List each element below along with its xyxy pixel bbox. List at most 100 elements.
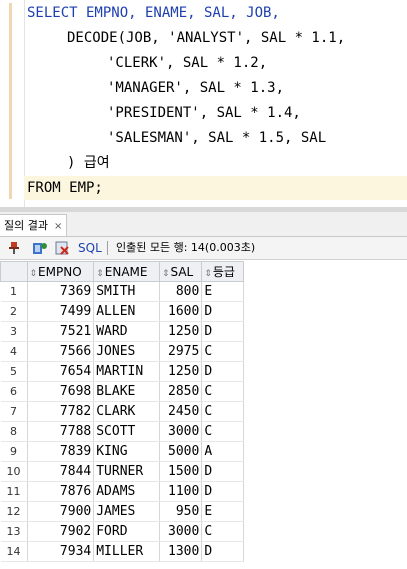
cell-ename[interactable]: CLARK bbox=[93, 401, 160, 422]
cell-ename[interactable]: BLAKE bbox=[93, 381, 160, 402]
cell-grade[interactable]: E bbox=[201, 501, 244, 522]
cell-grade[interactable]: D bbox=[201, 461, 244, 482]
results-grid: ⇕EMPNO ⇕ENAME ⇕SAL ⇕등급 1 7369 SMITH 800 E 2 74… bbox=[0, 261, 244, 562]
column-header-grade[interactable]: ⇕등급 bbox=[201, 261, 244, 282]
table-row[interactable]: 12 7900 JAMES 950 E bbox=[0, 501, 244, 522]
row-number[interactable]: 2 bbox=[0, 301, 28, 322]
row-number[interactable]: 4 bbox=[0, 341, 28, 362]
column-header-label: SAL bbox=[170, 264, 194, 279]
cell-sal[interactable]: 800 bbox=[159, 281, 203, 302]
cell-ename[interactable]: SCOTT bbox=[93, 421, 160, 442]
row-number[interactable]: 1 bbox=[0, 281, 28, 302]
cell-grade[interactable]: C bbox=[201, 521, 244, 542]
cell-sal[interactable]: 1250 bbox=[159, 321, 203, 342]
cell-grade[interactable]: C bbox=[201, 381, 244, 402]
cell-sal[interactable]: 950 bbox=[159, 501, 203, 522]
export-icon[interactable] bbox=[54, 240, 70, 256]
cell-ename[interactable]: WARD bbox=[93, 321, 160, 342]
cell-sal[interactable]: 3000 bbox=[159, 421, 203, 442]
close-icon[interactable]: × bbox=[54, 221, 62, 232]
table-row[interactable]: 2 7499 ALLEN 1600 D bbox=[0, 301, 244, 322]
cell-sal[interactable]: 2450 bbox=[159, 401, 203, 422]
cell-empno[interactable]: 7654 bbox=[27, 361, 95, 382]
table-row[interactable]: 11 7876 ADAMS 1100 D bbox=[0, 481, 244, 502]
cell-empno[interactable]: 7902 bbox=[27, 521, 95, 542]
cell-empno[interactable]: 7934 bbox=[27, 541, 95, 562]
cell-ename[interactable]: ADAMS bbox=[93, 481, 160, 502]
row-number[interactable]: 9 bbox=[0, 441, 28, 462]
cell-ename[interactable]: MARTIN bbox=[93, 361, 160, 382]
cell-sal[interactable]: 1100 bbox=[159, 481, 203, 502]
cell-sal[interactable]: 1250 bbox=[159, 361, 203, 382]
row-number[interactable]: 12 bbox=[0, 501, 28, 522]
table-row[interactable]: 13 7902 FORD 3000 C bbox=[0, 521, 244, 542]
cell-ename[interactable]: KING bbox=[93, 441, 160, 462]
cell-grade[interactable]: C bbox=[201, 401, 244, 422]
tab-query-result[interactable]: 질의 결과 × bbox=[0, 214, 68, 236]
column-header-label: EMPNO bbox=[38, 264, 82, 279]
row-number[interactable]: 6 bbox=[0, 381, 28, 402]
table-row[interactable]: 14 7934 MILLER 1300 D bbox=[0, 541, 244, 562]
cell-grade[interactable]: D bbox=[201, 361, 244, 382]
row-number[interactable]: 13 bbox=[0, 521, 28, 542]
cell-sal[interactable]: 5000 bbox=[159, 441, 203, 462]
row-number[interactable]: 14 bbox=[0, 541, 28, 562]
cell-empno[interactable]: 7839 bbox=[27, 441, 95, 462]
row-number[interactable]: 7 bbox=[0, 401, 28, 422]
cell-empno[interactable]: 7566 bbox=[27, 341, 95, 362]
cell-ename[interactable]: TURNER bbox=[93, 461, 160, 482]
table-row[interactable]: 5 7654 MARTIN 1250 D bbox=[0, 361, 244, 382]
table-row[interactable]: 1 7369 SMITH 800 E bbox=[0, 281, 244, 302]
code-line-8: FROM EMP; bbox=[27, 176, 103, 200]
cell-sal[interactable]: 1500 bbox=[159, 461, 203, 482]
cell-sal[interactable]: 1300 bbox=[159, 541, 203, 562]
table-row[interactable]: 9 7839 KING 5000 A bbox=[0, 441, 244, 462]
cell-sal[interactable]: 3000 bbox=[159, 521, 203, 542]
sql-button[interactable]: SQL bbox=[78, 237, 102, 259]
cell-empno[interactable]: 7521 bbox=[27, 321, 95, 342]
cell-grade[interactable]: D bbox=[201, 301, 244, 322]
cell-ename[interactable]: MILLER bbox=[93, 541, 160, 562]
cell-empno[interactable]: 7499 bbox=[27, 301, 95, 322]
column-header-empno[interactable]: ⇕EMPNO bbox=[26, 261, 95, 282]
cell-grade[interactable]: A bbox=[201, 441, 244, 462]
table-row[interactable]: 8 7788 SCOTT 3000 C bbox=[0, 421, 244, 442]
cell-sal[interactable]: 2975 bbox=[159, 341, 203, 362]
cell-grade[interactable]: D bbox=[201, 481, 244, 502]
cell-ename[interactable]: JAMES bbox=[93, 501, 160, 522]
pin-icon[interactable] bbox=[6, 240, 22, 256]
column-header-sal[interactable]: ⇕SAL bbox=[158, 261, 203, 282]
table-row[interactable]: 7 7782 CLARK 2450 C bbox=[0, 401, 244, 422]
table-row[interactable]: 10 7844 TURNER 1500 D bbox=[0, 461, 244, 482]
cell-ename[interactable]: FORD bbox=[93, 521, 160, 542]
table-row[interactable]: 4 7566 JONES 2975 C bbox=[0, 341, 244, 362]
cell-empno[interactable]: 7369 bbox=[27, 281, 95, 302]
table-row[interactable]: 3 7521 WARD 1250 D bbox=[0, 321, 244, 342]
table-row[interactable]: 6 7698 BLAKE 2850 C bbox=[0, 381, 244, 402]
cell-sal[interactable]: 2850 bbox=[159, 381, 203, 402]
cell-grade[interactable]: C bbox=[201, 421, 244, 442]
row-number[interactable]: 10 bbox=[0, 461, 28, 482]
cell-empno[interactable]: 7782 bbox=[27, 401, 95, 422]
row-number[interactable]: 11 bbox=[0, 481, 28, 502]
cell-ename[interactable]: ALLEN bbox=[93, 301, 160, 322]
cell-grade[interactable]: D bbox=[201, 541, 244, 562]
column-header-ename[interactable]: ⇕ENAME bbox=[93, 261, 160, 282]
cell-grade[interactable]: D bbox=[201, 321, 244, 342]
cell-grade[interactable]: E bbox=[201, 281, 244, 302]
cell-grade[interactable]: C bbox=[201, 341, 244, 362]
row-number[interactable]: 5 bbox=[0, 361, 28, 382]
cell-empno[interactable]: 7900 bbox=[27, 501, 95, 522]
row-number[interactable]: 3 bbox=[0, 321, 28, 342]
cell-sal[interactable]: 1600 bbox=[159, 301, 203, 322]
cell-empno[interactable]: 7876 bbox=[27, 481, 95, 502]
sort-icon: ⇕ bbox=[161, 268, 170, 279]
cell-empno[interactable]: 7698 bbox=[27, 381, 95, 402]
cell-ename[interactable]: JONES bbox=[93, 341, 160, 362]
cell-ename[interactable]: SMITH bbox=[93, 281, 160, 302]
refresh-icon[interactable] bbox=[32, 240, 48, 256]
cell-empno[interactable]: 7788 bbox=[27, 421, 95, 442]
sql-editor[interactable]: SELECT EMPNO, ENAME, SAL, JOB, DECODE(JO… bbox=[0, 0, 407, 207]
cell-empno[interactable]: 7844 bbox=[27, 461, 95, 482]
row-number[interactable]: 8 bbox=[0, 421, 28, 442]
